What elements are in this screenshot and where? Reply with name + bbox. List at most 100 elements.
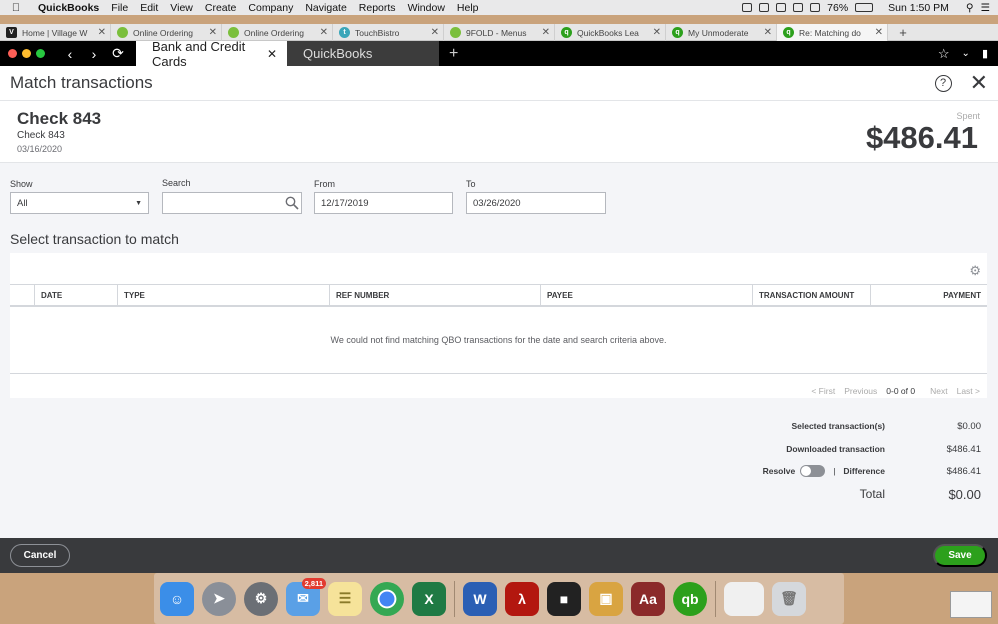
tab-close-icon[interactable]: ✕ xyxy=(98,27,106,38)
browser-tab-active[interactable]: q Re: Matching do ✕ xyxy=(777,24,888,41)
search-icon[interactable] xyxy=(285,196,299,210)
column-header-payment[interactable]: PAYMENT xyxy=(871,285,987,306)
menu-company[interactable]: Company xyxy=(242,2,299,14)
forward-icon[interactable]: › xyxy=(82,46,106,62)
menu-create[interactable]: Create xyxy=(199,2,243,14)
wifi-icon[interactable] xyxy=(810,3,821,12)
to-date-input[interactable]: 03/26/2020 xyxy=(466,192,606,214)
tab-close-icon[interactable]: ✕ xyxy=(542,27,550,38)
summary-selected: Selected transaction(s) $0.00 xyxy=(581,419,981,433)
notification-center-icon[interactable]: ☰ xyxy=(981,2,990,14)
downloaded-value: $486.41 xyxy=(946,443,981,455)
table-header: DATE TYPE REF NUMBER PAYEE TRANSACTION A… xyxy=(10,284,987,307)
clock[interactable]: Sun 1:50 PM xyxy=(888,2,949,14)
browser-tab[interactable]: q My Unmoderate ✕ xyxy=(666,24,777,41)
pager-first[interactable]: < First xyxy=(811,386,835,396)
resolve-toggle[interactable] xyxy=(800,465,826,477)
app-tab-bank-credit-cards[interactable]: Bank and Credit Cards ✕ xyxy=(136,39,287,69)
menu-app-name[interactable]: QuickBooks xyxy=(32,2,105,14)
browser-tab[interactable]: q QuickBooks Lea ✕ xyxy=(555,24,666,41)
pager-last[interactable]: Last > xyxy=(957,386,980,396)
refresh-icon[interactable]: ⟳ xyxy=(106,45,130,62)
difference-label: Difference xyxy=(843,466,885,476)
status-icon[interactable] xyxy=(742,3,753,12)
menu-reports[interactable]: Reports xyxy=(353,2,402,14)
browser-tab[interactable]: V Home | Village W ✕ xyxy=(0,24,111,41)
archive-icon[interactable]: ■ xyxy=(547,581,581,616)
match-transactions-modal: Match transactions ? ✕ Check 843 Check 8… xyxy=(0,66,998,573)
menu-navigate[interactable]: Navigate xyxy=(299,2,352,14)
document-thumbnail-icon[interactable] xyxy=(724,581,764,616)
menu-edit[interactable]: Edit xyxy=(134,2,164,14)
gear-icon[interactable]: ⚙ xyxy=(969,263,981,279)
app-tab-close-icon[interactable]: ✕ xyxy=(267,47,277,61)
cloud-icon[interactable] xyxy=(776,3,787,12)
divider xyxy=(10,373,987,374)
column-header-ref-number[interactable]: REF NUMBER xyxy=(330,285,541,306)
tab-close-icon[interactable]: ✕ xyxy=(764,27,772,38)
apple-menu-icon[interactable]:  xyxy=(0,2,32,14)
tab-close-icon[interactable]: ✕ xyxy=(431,27,439,38)
quickbooks-icon[interactable]: qb xyxy=(673,581,707,616)
column-header-date[interactable]: DATE xyxy=(35,285,118,306)
to-date-value: 03/26/2020 xyxy=(473,197,521,209)
browser-tab[interactable]: 9FOLD - Menus ✕ xyxy=(444,24,555,41)
tab-close-icon[interactable]: ✕ xyxy=(875,27,883,38)
battery-icon[interactable] xyxy=(855,3,874,12)
menu-file[interactable]: File xyxy=(105,2,134,14)
column-header-transaction-amount[interactable]: TRANSACTION AMOUNT xyxy=(753,285,871,306)
qb-toolbar-right: ☆ ⌄ ▮ xyxy=(938,46,998,62)
close-window-icon[interactable] xyxy=(8,49,17,58)
menu-help[interactable]: Help xyxy=(451,2,485,14)
minimize-window-icon[interactable] xyxy=(22,49,31,58)
preview-icon[interactable]: ▣ xyxy=(589,581,623,616)
excel-icon[interactable]: X xyxy=(412,581,446,616)
trash-icon[interactable]: 🗑 xyxy=(772,581,806,616)
downloaded-label: Downloaded transaction xyxy=(786,444,885,454)
back-icon[interactable]: ‹ xyxy=(58,46,82,62)
notes-icon[interactable]: ☰ xyxy=(328,581,362,616)
column-header-type[interactable]: TYPE xyxy=(118,285,330,306)
dictionary-icon[interactable]: Aa xyxy=(631,581,665,616)
tab-close-icon[interactable]: ✕ xyxy=(653,27,661,38)
add-app-tab-icon[interactable]: + xyxy=(449,45,458,63)
from-date-input[interactable]: 12/17/2019 xyxy=(314,192,453,214)
mail-icon[interactable]: ✉ 2,811 xyxy=(286,577,326,616)
tab-close-icon[interactable]: ✕ xyxy=(320,27,328,38)
browser-tab-label: My Unmoderate xyxy=(688,27,749,38)
chrome-icon[interactable] xyxy=(370,581,404,616)
section-title: Select transaction to match xyxy=(10,231,179,247)
pager-next[interactable]: Next xyxy=(930,386,947,396)
menu-window[interactable]: Window xyxy=(402,2,451,14)
favicon-icon: V xyxy=(6,27,17,38)
browser-tab[interactable]: t TouchBistro ✕ xyxy=(333,24,444,41)
close-icon[interactable]: ✕ xyxy=(970,72,988,94)
favicon-icon: q xyxy=(783,27,794,38)
spent-amount: $486.41 xyxy=(865,120,978,155)
help-icon[interactable]: ? xyxy=(934,74,952,92)
new-tab-button[interactable]: + xyxy=(888,24,918,40)
show-select[interactable]: All ▼ xyxy=(10,192,149,214)
tab-close-icon[interactable]: ✕ xyxy=(209,27,217,38)
dropbox-icon[interactable] xyxy=(759,3,770,12)
menu-view[interactable]: View xyxy=(164,2,199,14)
pager-previous[interactable]: Previous xyxy=(844,386,877,396)
cancel-button[interactable]: Cancel xyxy=(10,544,70,567)
dock-separator xyxy=(454,580,455,617)
app-tab-quickbooks[interactable]: QuickBooks xyxy=(287,41,439,66)
column-header-payee[interactable]: PAYEE xyxy=(541,285,753,306)
save-button[interactable]: Save xyxy=(933,544,987,567)
browser-tab-label: Re: Matching do xyxy=(799,27,861,38)
system-preferences-icon[interactable]: ⚙ xyxy=(244,581,278,616)
finder-icon[interactable]: ☺ xyxy=(160,581,194,616)
zoom-window-icon[interactable] xyxy=(36,49,45,58)
bluetooth-icon[interactable] xyxy=(793,3,804,12)
acrobat-icon[interactable]: λ xyxy=(505,581,539,616)
spotlight-icon[interactable]: ⚲ xyxy=(966,2,974,14)
chat-icon[interactable]: ▮ xyxy=(982,47,988,60)
chevron-down-icon[interactable]: ⌄ xyxy=(962,48,970,59)
search-input[interactable] xyxy=(162,192,302,214)
word-icon[interactable]: W xyxy=(463,581,497,616)
launchpad-icon[interactable]: ➤ xyxy=(202,581,236,616)
star-icon[interactable]: ☆ xyxy=(938,46,950,62)
